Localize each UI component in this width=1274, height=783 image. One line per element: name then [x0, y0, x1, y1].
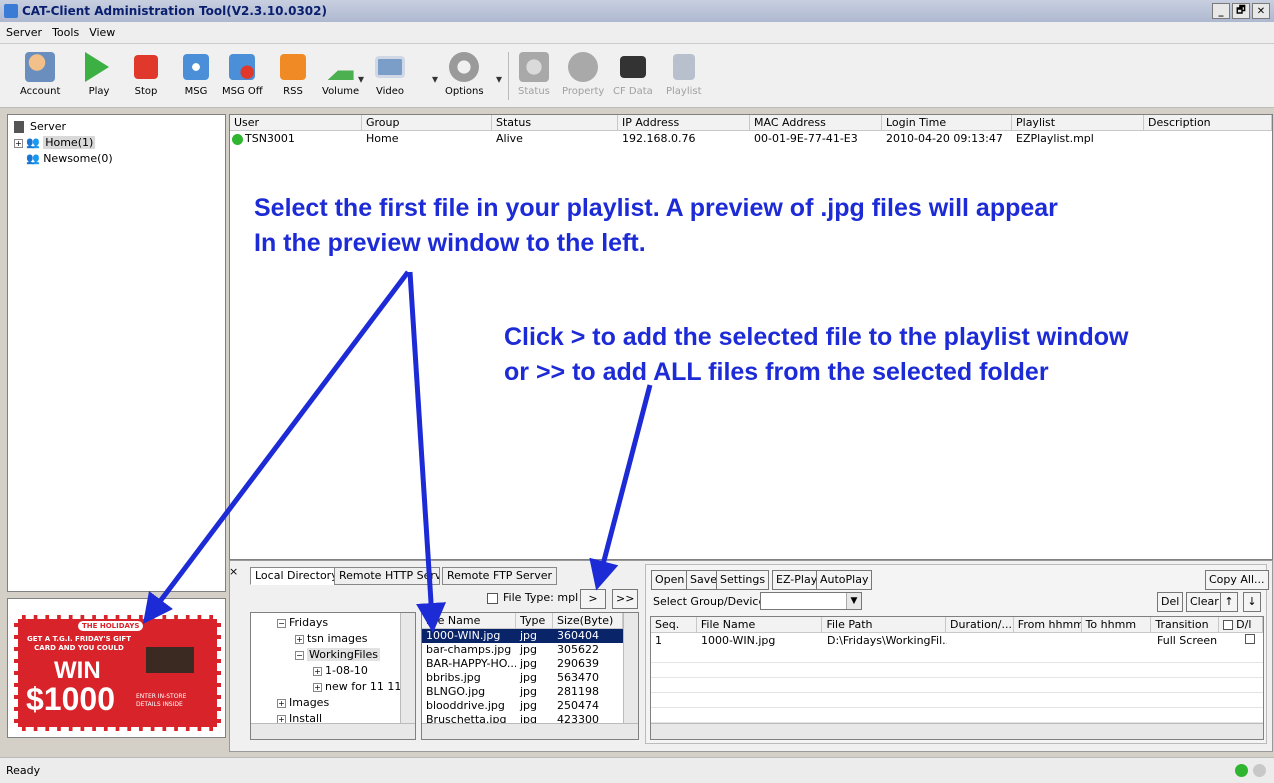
idle-status-icon — [1253, 764, 1266, 777]
annotation-arrows — [142, 270, 653, 633]
status-text: Ready — [6, 764, 41, 777]
arrow-to-file-list — [407, 271, 447, 633]
status-bar: Ready — [0, 757, 1274, 783]
arrow-to-preview — [142, 270, 410, 624]
arrow-to-add-buttons — [589, 384, 653, 591]
connection-status-icon — [1235, 764, 1248, 777]
